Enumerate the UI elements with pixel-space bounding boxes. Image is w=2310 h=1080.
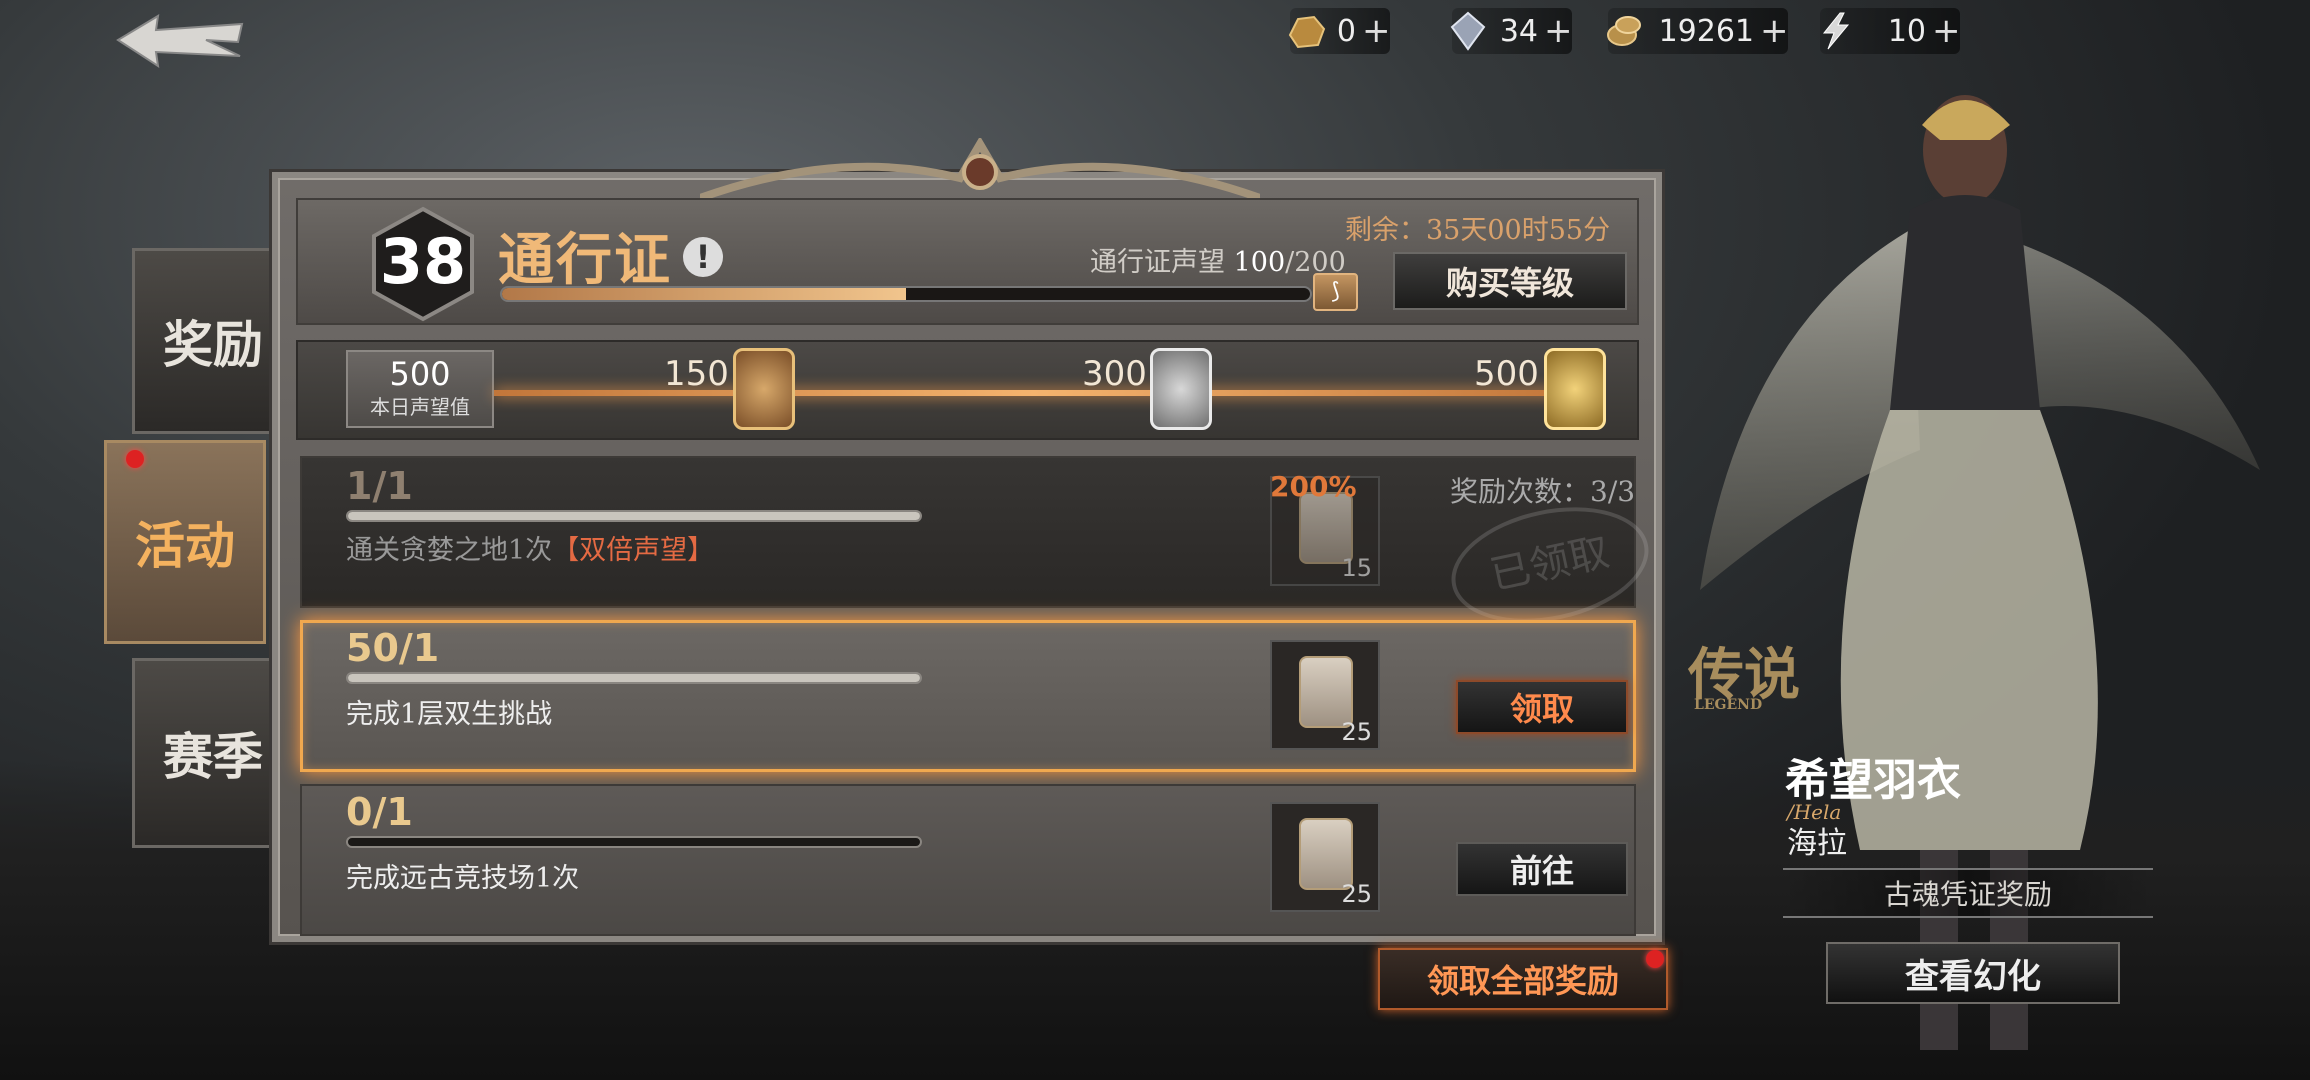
daily-progress-line	[494, 390, 1574, 396]
reputation-scroll-icon[interactable]: ⟆	[1313, 273, 1358, 311]
reward-count: 奖励次数：3/3	[1450, 470, 1635, 510]
task-progress-bar	[346, 510, 922, 522]
milestone-chest-silver-icon[interactable]	[1150, 348, 1212, 430]
go-button[interactable]: 前往	[1456, 842, 1628, 896]
milestone-chest-gold-icon[interactable]	[1544, 348, 1606, 430]
reputation-progress-fill	[502, 288, 906, 300]
daily-reputation-box: 500 本日声望值	[346, 350, 494, 428]
daily-reputation-label: 本日声望值	[370, 395, 470, 419]
task-description: 完成1层双生挑战	[346, 699, 553, 730]
reward-quantity: 25	[1341, 718, 1372, 746]
tab-rewards[interactable]: 奖励	[132, 248, 294, 434]
reward-quantity: 25	[1341, 880, 1372, 908]
add-resource-button[interactable]: +	[1544, 11, 1573, 51]
reward-count-label: 奖励次数：	[1450, 475, 1591, 508]
remaining-time: 剩余：35天00时55分	[1345, 215, 1611, 246]
resource-crystal[interactable]: 34 +	[1450, 8, 1573, 54]
tab-label: 赛季	[163, 727, 263, 786]
crystal-icon	[1450, 11, 1486, 51]
task-progress-fill	[348, 512, 920, 520]
milestone-value: 300	[1082, 354, 1147, 394]
skin-name: 希望羽衣	[1785, 755, 1961, 806]
reward-count-value: 3/3	[1590, 475, 1636, 508]
task-desc-text: 通关贪婪之地1次	[346, 535, 553, 566]
daily-reputation-value: 500	[389, 355, 451, 393]
reward-source-label: 古魂凭证奖励	[1783, 868, 2153, 918]
reward-item[interactable]: 25	[1270, 802, 1380, 912]
legend-rarity-badge: 传说 LEGEND	[1688, 630, 1800, 713]
milestone-value: 150	[664, 354, 729, 394]
task-progress-text: 50/1	[346, 626, 440, 670]
buy-level-button[interactable]: 购买等级	[1393, 252, 1627, 310]
task-progress-fill	[348, 674, 920, 682]
reputation-text: 通行证声望 100/200	[1090, 240, 1346, 279]
pass-level: 38	[379, 225, 467, 298]
info-icon[interactable]: !	[683, 237, 723, 277]
reputation-current: 100	[1233, 247, 1286, 278]
character-cn-name: 海拉	[1787, 826, 1847, 861]
view-transmog-button[interactable]: 查看幻化	[1826, 942, 2120, 1004]
gold-ore-icon	[1288, 15, 1326, 49]
tab-activity[interactable]: 活动	[104, 440, 266, 644]
alert-dot	[126, 450, 144, 468]
add-resource-button[interactable]: +	[1362, 11, 1391, 51]
resource-value: 0	[1336, 13, 1356, 49]
task-description: 通关贪婪之地1次【双倍声望】	[346, 528, 714, 567]
resource-gold-ore[interactable]: 0 +	[1288, 8, 1391, 54]
reputation-progress-bar	[500, 286, 1312, 302]
milestone-chest-bronze-icon[interactable]	[733, 348, 795, 430]
task-progress-text: 1/1	[346, 464, 413, 508]
task-description: 完成远古竞技场1次	[346, 863, 580, 894]
task-progress-bar	[346, 672, 922, 684]
panel-crest-ornament	[700, 138, 1260, 202]
resource-value: 34	[1499, 13, 1538, 49]
task-progress-bar	[346, 836, 922, 848]
tab-label: 活动	[135, 516, 235, 575]
gold-coins-icon	[1607, 16, 1641, 46]
reputation-label: 通行证声望	[1090, 247, 1225, 278]
task-desc-highlight: 【双倍声望】	[552, 535, 715, 566]
tab-label: 奖励	[163, 315, 263, 374]
tab-season[interactable]: 赛季	[132, 658, 294, 848]
claim-all-button[interactable]: 领取全部奖励	[1378, 948, 1668, 1010]
reward-quantity: 15	[1341, 554, 1372, 582]
milestone-value: 500	[1474, 354, 1539, 394]
bonus-badge: 200%	[1270, 470, 1357, 503]
back-arrow-icon[interactable]	[110, 10, 250, 70]
claim-button[interactable]: 领取	[1456, 680, 1628, 734]
reward-item[interactable]: 25	[1270, 640, 1380, 750]
pass-title: 通行证	[498, 227, 672, 293]
character-portrait	[1700, 95, 2260, 1050]
task-progress-text: 0/1	[346, 790, 413, 834]
